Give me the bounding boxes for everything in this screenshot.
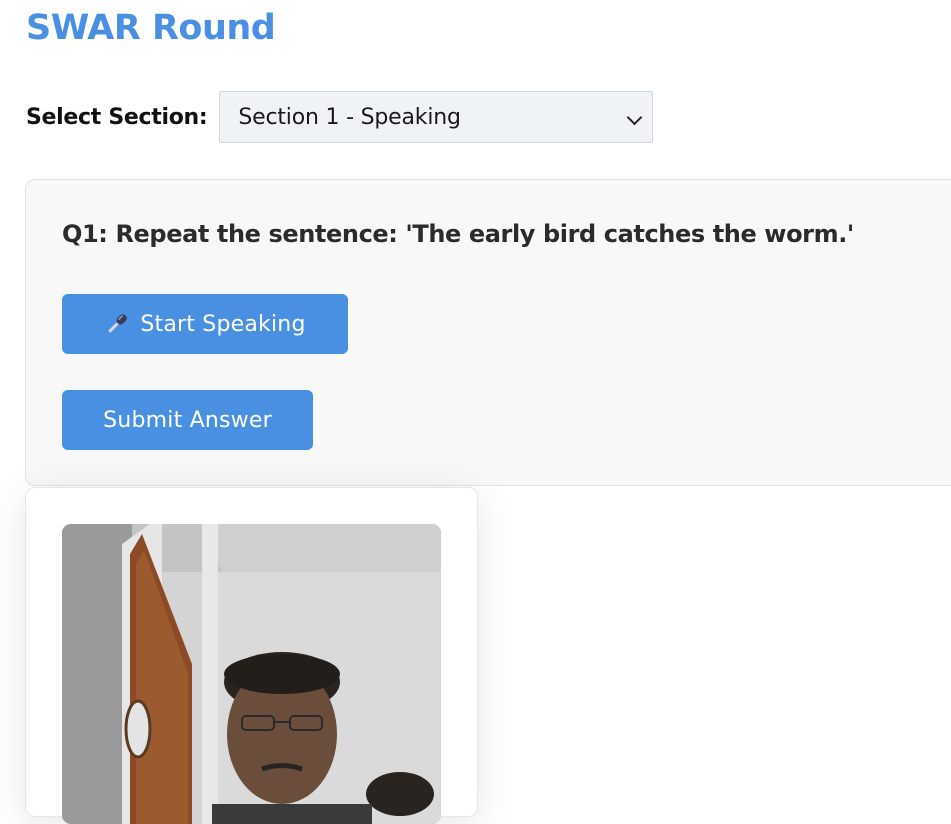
section-selector-row: Select Section: Section 1 - Speaking: [26, 91, 654, 143]
start-speaking-label: Start Speaking: [140, 311, 306, 337]
chevron-down-icon: [627, 109, 643, 126]
microphone-icon: [104, 311, 130, 337]
section-select-value: Section 1 - Speaking: [238, 104, 461, 130]
webcam-card: [25, 487, 478, 824]
section-label: Select Section:: [26, 104, 208, 130]
start-speaking-button[interactable]: Start Speaking: [62, 294, 348, 354]
section-select[interactable]: Section 1 - Speaking: [219, 91, 654, 143]
page-title: SWAR Round: [26, 8, 276, 48]
question-card: Q1: Repeat the sentence: 'The early bird…: [25, 179, 951, 486]
question-text: Q1: Repeat the sentence: 'The early bird…: [62, 220, 854, 248]
webcam-video-feed: [62, 524, 441, 824]
submit-answer-button[interactable]: Submit Answer: [62, 390, 313, 450]
